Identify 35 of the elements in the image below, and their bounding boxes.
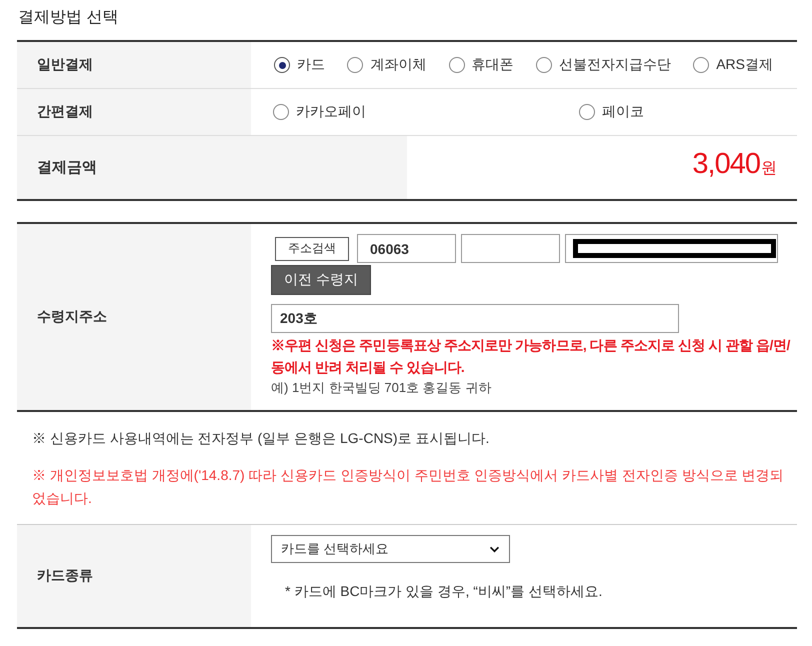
previous-address-button[interactable]: 이전 수령지 xyxy=(271,265,371,295)
address-search-button[interactable]: 주소검색 xyxy=(275,236,349,260)
radio-option[interactable]: 카카오페이 xyxy=(273,103,579,121)
row-label: 간편결제 xyxy=(17,89,251,135)
amount-value: 3,040 xyxy=(692,148,760,181)
radio-icon[interactable] xyxy=(274,57,290,73)
card-type-select[interactable]: 카드를 선택하세요 xyxy=(271,535,510,563)
radio-icon[interactable] xyxy=(693,57,710,73)
radio-icon[interactable] xyxy=(448,57,465,73)
radio-icon[interactable] xyxy=(536,57,552,73)
hint-text: * 카드에 BC마크가 있을 경우, “비씨”를 선택하세요. xyxy=(285,582,604,601)
radio-option[interactable]: 카드 xyxy=(274,56,325,74)
address-field[interactable] xyxy=(565,234,778,263)
row-label: 결제금액 xyxy=(17,136,407,199)
notice-text: ※ 신용카드 사용내역에는 전자정부 (일부 은행은 LG-CNS)로 표시됩니다. xyxy=(32,429,490,448)
radio-option[interactable]: 계좌이체 xyxy=(347,56,426,74)
warning-text: ※우편 신청은 주민등록표상 주소지로만 가능하므로, 다른 주소지로 신청 시 관할 읍/면/동에서 반려 처리될 수 있습니다. xyxy=(271,336,791,377)
radio-option[interactable]: 페이코 xyxy=(579,103,797,121)
radio-option[interactable]: 휴대폰 xyxy=(448,56,514,74)
currency-unit: 원 xyxy=(761,159,777,179)
address-field[interactable]: 06063 xyxy=(357,234,456,263)
row-label: 일반결제 xyxy=(17,42,251,88)
address-field[interactable] xyxy=(461,234,560,263)
row-label: 수령지주소 xyxy=(17,224,251,410)
detail-address-field[interactable]: 203호 xyxy=(271,304,679,333)
example-text: 예) 1번지 한국빌딩 701호 홍길동 귀하 xyxy=(271,379,492,397)
radio-icon[interactable] xyxy=(347,57,364,73)
chevron-down-icon xyxy=(489,546,500,552)
radio-option[interactable]: 선불전자지급수단 xyxy=(536,56,671,74)
row-label: 카드종류 xyxy=(17,525,251,627)
radio-icon[interactable] xyxy=(273,104,289,120)
radio-option[interactable]: ARS결제 xyxy=(693,56,773,74)
notice-text: ※ 개인정보보호법 개정에('14.8.7) 따라 신용카드 인증방식이 주민번호 인증방식에서 카드사별 전자인증 방식으로 변경되었습니다. xyxy=(32,466,785,508)
radio-icon[interactable] xyxy=(579,104,595,120)
section-title: 결제방법 선택 xyxy=(17,8,120,28)
